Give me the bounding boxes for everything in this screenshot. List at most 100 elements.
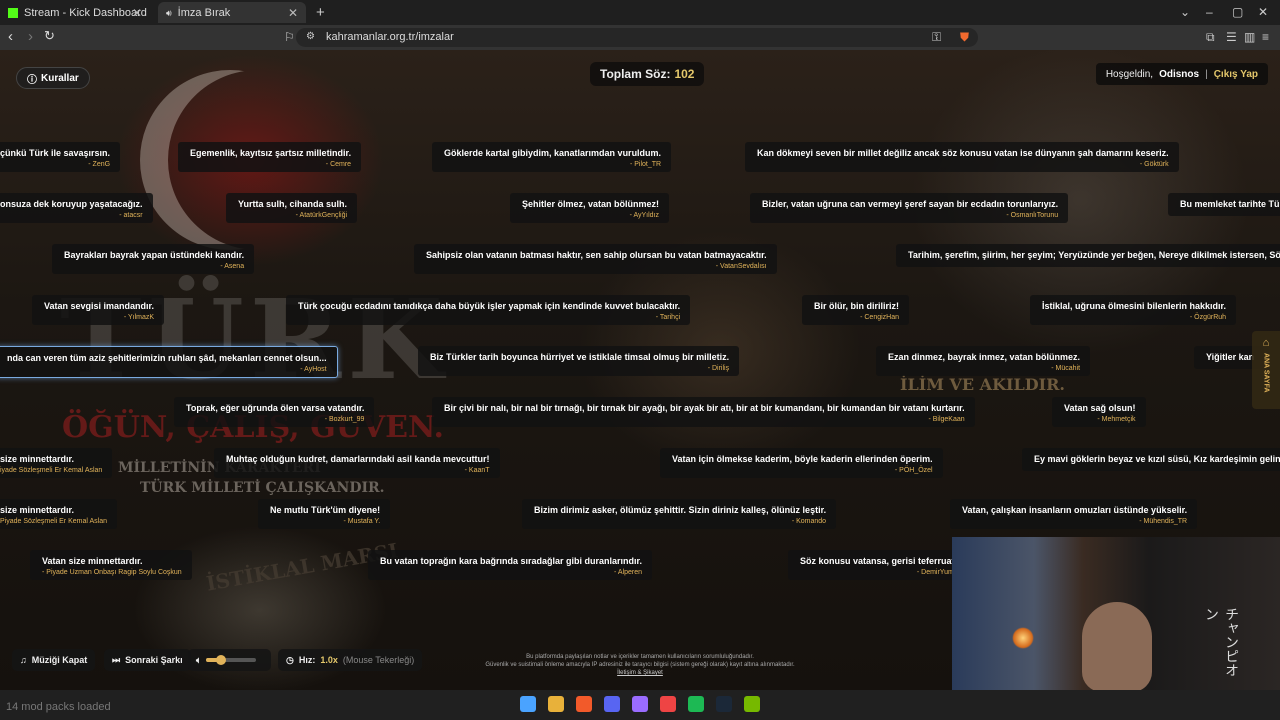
sidebar-icon[interactable]: ▥ [1244, 30, 1255, 44]
signature-quote: Ezan dinmez, bayrak inmez, vatan bölünme… [888, 352, 1081, 362]
signature-card[interactable]: size minnettardır. iyade Sözleşmeli Er Ke… [0, 448, 113, 478]
home-side-tab[interactable]: ⌂ ANA SAYFA [1252, 331, 1280, 409]
speed-control[interactable]: ◷ Hız: 1.0x (Mouse Tekerleği) [278, 649, 423, 671]
signature-card[interactable]: Vatan size minnettardır. - Piyade Uzman O… [30, 550, 192, 580]
signature-quote: nda can veren tüm aziz şehitlerimizin ru… [7, 353, 327, 363]
signature-card[interactable]: Vatan için ölmekse kaderim, böyle kaderi… [660, 448, 943, 478]
back-icon[interactable]: ‹ [8, 28, 13, 45]
signature-card[interactable]: İstiklal, uğruna ölmesini bilenlerin hak… [1030, 295, 1237, 325]
signature-card[interactable]: Muhtaç olduğun kudret, damarlarındaki as… [214, 448, 500, 478]
signature-card[interactable]: Göklerde kartal gibiydim, kanatlarımdan … [432, 142, 672, 172]
signature-quote: Bu memleket tarihte Türk [1180, 199, 1280, 209]
volume-slider[interactable]: 🔈︎ [188, 649, 271, 671]
signature-author: - Diriliş [707, 365, 730, 372]
minimize-icon[interactable]: – [1206, 5, 1213, 19]
signature-card[interactable]: Vatan sağ olsun! - Mehmetçik [1052, 397, 1146, 427]
spotify-icon[interactable] [688, 696, 704, 712]
signature-card[interactable]: Bayrakları bayrak yapan üstündeki kandır… [52, 244, 255, 274]
volume-knob[interactable] [216, 655, 227, 665]
signature-author: - VatanSevdalısı [715, 263, 767, 270]
signature-card[interactable]: Toprak, eğer uğrunda ölen varsa vatandır… [174, 397, 375, 427]
signature-card[interactable]: Bu vatan toprağın kara bağrında sıradağl… [368, 550, 653, 580]
contact-link[interactable]: İletişim & Şikayet [440, 669, 840, 677]
tab-kick-dashboard[interactable]: Stream - Kick Dashboard ✕ [0, 2, 150, 23]
signature-card[interactable]: Vatan, çalışkan insanların omuzları üstü… [950, 499, 1198, 529]
signature-quote: Ey mavi göklerin beyaz ve kızıl süsü, Kı… [1034, 454, 1280, 464]
signature-card[interactable]: Söz konusu vatansa, gerisi teferruattı - … [788, 550, 971, 580]
close-tab-icon[interactable]: ✕ [132, 6, 142, 20]
signature-card[interactable]: Ezan dinmez, bayrak inmez, vatan bölünme… [876, 346, 1091, 376]
signature-author: - DemirYumru [916, 569, 961, 576]
music-toggle-label: Müziği Kapat [31, 655, 88, 665]
background-quote: İLİM VE AKILDIR. [900, 375, 1065, 394]
signature-quote: Vatan size minnettardır. [42, 556, 143, 566]
brave-shield-icon[interactable]: ⛊ [960, 30, 969, 45]
signature-card[interactable]: nda can veren tüm aziz şehitlerimizin ru… [0, 346, 338, 378]
bookmark-icon[interactable]: ⚐ [284, 30, 295, 44]
signature-card[interactable]: Yurtta sulh, cihanda sulh. - AtatürkGençl… [226, 193, 358, 223]
discord-icon[interactable] [604, 696, 620, 712]
key-icon[interactable]: ⚿ [932, 30, 941, 45]
nvidia-icon[interactable] [744, 696, 760, 712]
reading-list-icon[interactable]: ☰ [1226, 30, 1237, 44]
menu-icon[interactable]: ≡ [1262, 30, 1269, 44]
music-toggle-button[interactable]: ♫ Müziği Kapat [12, 649, 96, 671]
signature-card[interactable]: Ey mavi göklerin beyaz ve kızıl süsü, Kı… [1022, 448, 1280, 471]
signature-card[interactable]: Bu memleket tarihte Türk [1168, 193, 1280, 216]
volume-track[interactable] [206, 655, 257, 665]
signature-card[interactable]: Bir çivi bir nalı, bir nal bir tırnağı, … [432, 397, 975, 427]
signature-card[interactable]: Bizler, vatan uğruna can vermeyi şeref s… [750, 193, 1069, 223]
brave-icon[interactable] [576, 696, 592, 712]
webcam-overlay: チャンピオン [952, 537, 1280, 690]
tab-bar: Stream - Kick Dashboard ✕ 🔊︎ İmza Bırak … [0, 0, 1280, 25]
signature-author: - Komando [791, 518, 827, 525]
logout-link[interactable]: Çıkış Yap [1214, 69, 1258, 80]
rules-button[interactable]: ⓘ Kurallar [16, 67, 90, 89]
tab-label: Stream - Kick Dashboard [24, 6, 147, 19]
windows-icon[interactable] [520, 696, 536, 712]
signature-quote: İstiklal, uğruna ölmesini bilenlerin hak… [1042, 301, 1227, 311]
forward-icon[interactable]: › [28, 28, 33, 45]
signature-card[interactable]: size minnettardır. Piyade Sözleşmeli Er K… [0, 499, 117, 529]
close-tab-icon[interactable]: ✕ [288, 6, 298, 20]
signature-author: - Mustafa Y. [343, 518, 381, 525]
signature-quote: Bir ölür, bin diriliriz! [814, 301, 900, 311]
chrome-icon[interactable] [660, 696, 676, 712]
signature-card[interactable]: çünkü Türk ile savaşırsın. - ZenG [0, 142, 121, 172]
signature-quote: Bizim dirimiz asker, ölümüz şehittir. Si… [534, 505, 827, 515]
tab-imza-birak[interactable]: 🔊︎ İmza Bırak ✕ [158, 2, 306, 23]
signature-card[interactable]: Vatan sevgisi imandandır. - YılmazK [32, 295, 165, 325]
signature-card[interactable]: Sahipsiz olan vatanın batması haktır, se… [414, 244, 777, 274]
signature-card[interactable]: Biz Türkler tarih boyunca hürriyet ve is… [418, 346, 740, 376]
signature-card[interactable]: Egemenlik, kayıtsız şartsız milletindir.… [178, 142, 362, 172]
tab-list-icon[interactable]: ⌄ [1180, 5, 1190, 19]
site-info-icon[interactable]: ⚙ [306, 31, 315, 42]
signature-quote: Bu vatan toprağın kara bağrında sıradağl… [380, 556, 643, 566]
reload-icon[interactable]: ↻ [44, 28, 55, 44]
close-window-icon[interactable]: ✕ [1258, 5, 1268, 19]
signature-author: - OsmanlıTorunu [1006, 212, 1059, 219]
signature-card[interactable]: Tarihim, şerefim, şiirim, her şeyim; Yer… [896, 244, 1280, 267]
signature-quote: Vatan, çalışkan insanların omuzları üstü… [962, 505, 1188, 515]
signature-card[interactable]: Türk çocuğu ecdadını tanıdıkça daha büyü… [286, 295, 691, 325]
new-tab-button[interactable]: + [316, 4, 325, 21]
steam-icon[interactable] [716, 696, 732, 712]
address-bar[interactable]: ⚙ kahramanlar.org.tr/imzalar [296, 28, 978, 47]
signature-card[interactable]: onsuza dek koruyup yaşatacağız. - atacsr [0, 193, 153, 223]
signature-author: iyade Sözleşmeli Er Kemal Aslan [0, 467, 103, 474]
signature-author: - CengizHan [860, 314, 900, 321]
extensions-icon[interactable]: ⧉ [1206, 30, 1215, 45]
taskbar: 14 mod packs loaded [0, 690, 1280, 720]
folder-icon[interactable] [548, 696, 564, 712]
next-song-button[interactable]: ⏭ Sonraki Şarkı [104, 649, 191, 671]
signature-card[interactable]: Ne mutlu Türk'üm diyene! - Mustafa Y. [258, 499, 391, 529]
signature-author: - atacsr [119, 212, 143, 219]
maximize-icon[interactable]: ▢ [1232, 5, 1243, 19]
signature-card[interactable]: Şehitler ölmez, vatan bölünmez! - AyYıldı… [510, 193, 670, 223]
audio-icon[interactable]: 🔊︎ [166, 8, 172, 18]
url-text[interactable]: kahramanlar.org.tr/imzalar [326, 31, 454, 43]
signature-card[interactable]: Kan dökmeyi seven bir millet değiliz anc… [745, 142, 1179, 172]
obs-icon[interactable] [632, 696, 648, 712]
signature-card[interactable]: Bizim dirimiz asker, ölümüz şehittir. Si… [522, 499, 837, 529]
signature-card[interactable]: Bir ölür, bin diriliriz! - CengizHan [802, 295, 910, 325]
